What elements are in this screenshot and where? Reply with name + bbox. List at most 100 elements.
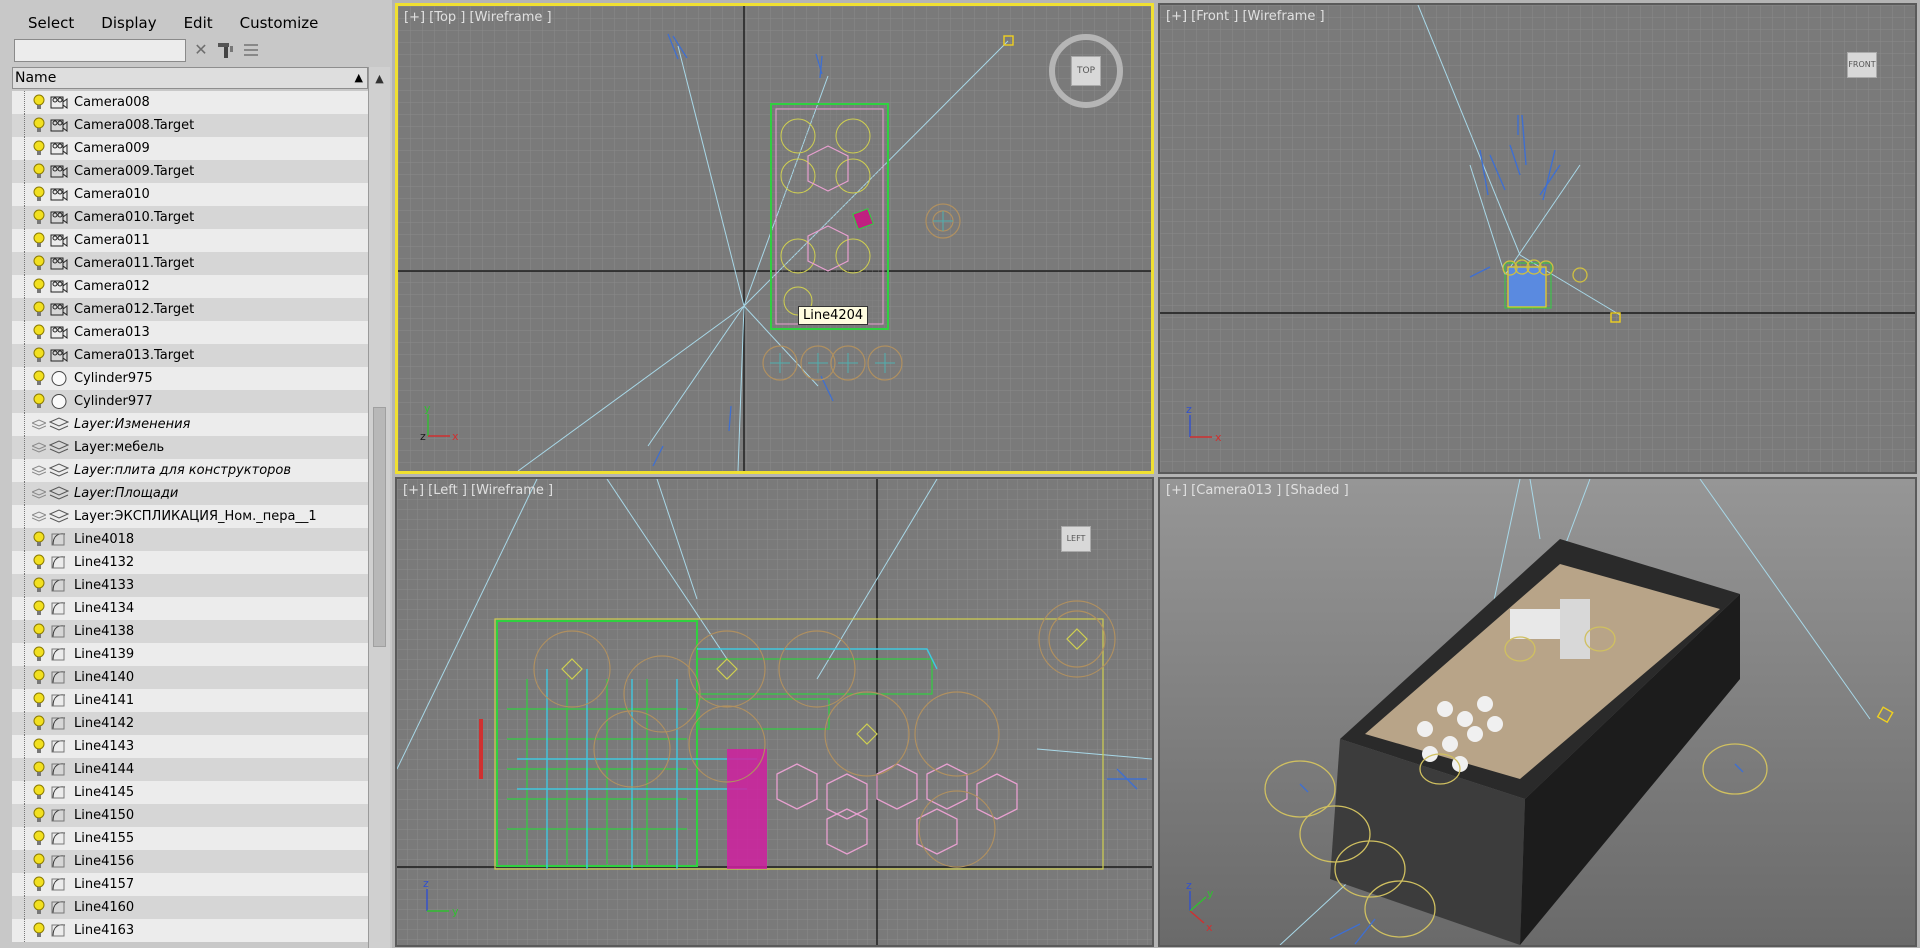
visibility-bulb-icon[interactable] — [32, 117, 46, 134]
visibility-bulb-icon[interactable] — [32, 692, 46, 709]
list-item[interactable]: Line4133 — [12, 574, 368, 597]
visibility-bulb-icon[interactable] — [32, 623, 46, 640]
filter-icon[interactable] — [215, 40, 235, 60]
list-item[interactable]: Line4155 — [12, 827, 368, 850]
list-item[interactable]: Cylinder977 — [12, 390, 368, 413]
visibility-bulb-icon[interactable] — [32, 278, 46, 295]
camera-icon — [50, 211, 68, 224]
menu-display[interactable]: Display — [85, 12, 167, 34]
list-item[interactable]: Camera012 — [12, 275, 368, 298]
visibility-bulb-icon[interactable] — [32, 577, 46, 594]
viewcube-top[interactable]: TOP — [1048, 31, 1128, 111]
visibility-bulb-icon[interactable] — [32, 761, 46, 778]
scrollbar-thumb[interactable] — [373, 407, 386, 647]
list-item[interactable]: Layer:плита для конструкторов — [12, 459, 368, 482]
list-item[interactable]: Line4018 — [12, 528, 368, 551]
options-icon[interactable] — [241, 40, 261, 60]
list-item[interactable]: Layer:Площади — [12, 482, 368, 505]
list-item[interactable]: Line4157 — [12, 873, 368, 896]
list-item[interactable]: Line4138 — [12, 620, 368, 643]
viewport-top-label[interactable]: [+] [Top ] [Wireframe ] — [404, 10, 552, 25]
menu-edit[interactable]: Edit — [168, 12, 224, 34]
list-item[interactable]: Line4160 — [12, 896, 368, 919]
viewport-top[interactable]: y z x [+] [Top ] [Wireframe ] Line4204 T… — [395, 3, 1154, 474]
search-input[interactable] — [14, 39, 186, 62]
visibility-bulb-icon[interactable] — [32, 830, 46, 847]
list-item[interactable]: Camera008.Target — [12, 114, 368, 137]
viewport-left-label[interactable]: [+] [Left ] [Wireframe ] — [403, 483, 553, 498]
visibility-bulb-icon[interactable] — [32, 94, 46, 111]
viewcube-face[interactable]: FRONT — [1847, 52, 1877, 78]
viewcube-left[interactable]: LEFT — [1051, 524, 1101, 564]
list-item[interactable]: Camera013.Target — [12, 344, 368, 367]
list-item[interactable]: Line4156 — [12, 850, 368, 873]
visibility-bulb-icon[interactable] — [32, 853, 46, 870]
list-item[interactable]: Line4141 — [12, 689, 368, 712]
explorer-scrollbar[interactable]: ▲ — [368, 67, 390, 948]
list-item[interactable]: Camera013 — [12, 321, 368, 344]
list-item[interactable]: Line4150 — [12, 804, 368, 827]
viewport-front[interactable]: z x [+] [Front ] [Wireframe ] FRONT — [1158, 3, 1917, 474]
viewport-camera-label[interactable]: [+] [Camera013 ] [Shaded ] — [1166, 483, 1349, 498]
visibility-bulb-icon[interactable] — [32, 554, 46, 571]
list-item[interactable]: Line4143 — [12, 735, 368, 758]
list-item[interactable]: Layer:мебель — [12, 436, 368, 459]
menu-select[interactable]: Select — [12, 12, 85, 34]
visibility-bulb-icon[interactable] — [32, 784, 46, 801]
visibility-bulb-icon[interactable] — [32, 163, 46, 180]
visibility-bulb-icon[interactable] — [32, 876, 46, 893]
visibility-bulb-icon[interactable] — [32, 669, 46, 686]
visibility-bulb-icon[interactable] — [32, 715, 46, 732]
visibility-bulb-icon[interactable] — [32, 600, 46, 617]
list-item[interactable]: Camera010.Target — [12, 206, 368, 229]
list-item[interactable]: Camera011 — [12, 229, 368, 252]
list-item[interactable]: Camera009.Target — [12, 160, 368, 183]
menu-customize[interactable]: Customize — [224, 12, 330, 34]
list-item[interactable]: Line4134 — [12, 597, 368, 620]
visibility-bulb-icon[interactable] — [32, 324, 46, 341]
list-item[interactable]: Camera012.Target — [12, 298, 368, 321]
list-item[interactable]: Line4142 — [12, 712, 368, 735]
list-item[interactable]: Line4132 — [12, 551, 368, 574]
visibility-bulb-icon[interactable] — [32, 646, 46, 663]
scroll-up-icon[interactable]: ▲ — [369, 69, 390, 89]
list-item[interactable]: Line4144 — [12, 758, 368, 781]
list-item-label: Line4156 — [74, 854, 135, 869]
visibility-bulb-icon[interactable] — [32, 807, 46, 824]
list-item-label: Line4138 — [74, 624, 135, 639]
name-column-header[interactable]: Name ▲ — [12, 67, 368, 89]
list-item[interactable]: Camera008 — [12, 91, 368, 114]
visibility-bulb-icon[interactable] — [32, 393, 46, 410]
list-item[interactable]: Layer:ЭКСПЛИКАЦИЯ_Ном._пера__1 — [12, 505, 368, 528]
tree-connector — [24, 413, 31, 436]
viewcube-front[interactable]: FRONT — [1837, 50, 1887, 90]
viewport-front-label[interactable]: [+] [Front ] [Wireframe ] — [1166, 9, 1325, 24]
visibility-bulb-icon[interactable] — [32, 738, 46, 755]
visibility-bulb-icon[interactable] — [32, 140, 46, 157]
list-item[interactable]: Line4139 — [12, 643, 368, 666]
list-item[interactable]: Line4163 — [12, 919, 368, 942]
visibility-bulb-icon[interactable] — [32, 232, 46, 249]
list-item[interactable]: Line4145 — [12, 781, 368, 804]
list-item[interactable]: Camera010 — [12, 183, 368, 206]
list-item[interactable]: Camera011.Target — [12, 252, 368, 275]
viewport-camera[interactable]: z y x [+] [Camera013 ] [Shaded ] — [1158, 477, 1917, 947]
visibility-bulb-icon[interactable] — [32, 899, 46, 916]
clear-icon[interactable]: ✕ — [191, 40, 211, 60]
visibility-bulb-icon[interactable] — [32, 531, 46, 548]
list-item[interactable]: Layer:Изменения — [12, 413, 368, 436]
viewport-left[interactable]: z y [+] [Left ] [Wireframe ] LEFT — [395, 477, 1154, 947]
viewcube-face[interactable]: LEFT — [1061, 526, 1091, 552]
list-item[interactable]: Camera009 — [12, 137, 368, 160]
visibility-bulb-icon[interactable] — [32, 255, 46, 272]
visibility-bulb-icon[interactable] — [32, 370, 46, 387]
visibility-bulb-icon[interactable] — [32, 186, 46, 203]
tree-connector — [24, 850, 31, 873]
list-item[interactable]: Cylinder975 — [12, 367, 368, 390]
visibility-bulb-icon[interactable] — [32, 347, 46, 364]
list-item[interactable]: Line4140 — [12, 666, 368, 689]
viewcube-face[interactable]: TOP — [1071, 56, 1101, 86]
visibility-bulb-icon[interactable] — [32, 922, 46, 939]
visibility-bulb-icon[interactable] — [32, 209, 46, 226]
visibility-bulb-icon[interactable] — [32, 301, 46, 318]
